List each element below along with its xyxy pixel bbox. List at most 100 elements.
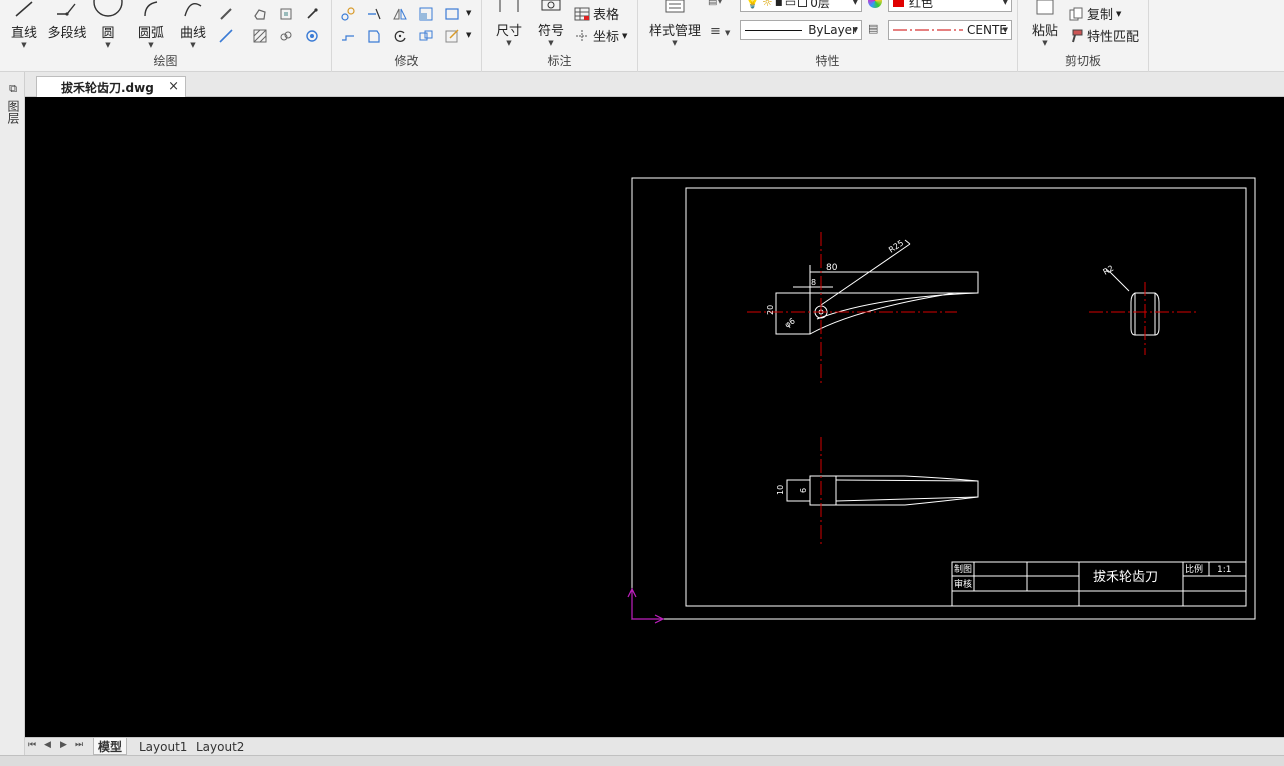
region-icon xyxy=(254,9,266,20)
command-line[interactable] xyxy=(0,755,1284,766)
ribbon-group-draw: 直线 ▼ 多段线 圆 ▼ 圆弧 ▼ 曲线 ▼ 绘图 xyxy=(0,0,332,72)
paste-button[interactable]: 粘贴 ▼ xyxy=(1028,0,1062,47)
chevron-down-icon: ▼ xyxy=(548,39,554,47)
cloud-button[interactable] xyxy=(276,26,296,46)
dimension-8: 8 xyxy=(811,278,816,287)
point-button[interactable] xyxy=(302,4,322,24)
shape-button[interactable] xyxy=(250,4,270,24)
gradient-button[interactable] xyxy=(276,4,296,24)
sheet-inner-border xyxy=(685,187,1247,607)
tab-layout2[interactable]: Layout2 xyxy=(192,738,248,755)
move-icon xyxy=(341,7,355,21)
close-icon[interactable]: × xyxy=(168,79,179,94)
trim-icon xyxy=(368,8,381,20)
offset-button[interactable] xyxy=(364,26,384,46)
line-button[interactable]: 直线 ▼ xyxy=(6,0,42,49)
arc-icon xyxy=(144,1,158,17)
copy-icon xyxy=(1069,7,1083,20)
stretch-button[interactable] xyxy=(338,26,358,46)
rotate-button[interactable] xyxy=(390,26,410,46)
layer-select[interactable]: 💡 ☼ ▪ ▭ 0层 ▼ xyxy=(740,0,862,12)
trim-button[interactable] xyxy=(364,4,384,24)
curve-icon xyxy=(184,3,202,17)
last-layout-icon[interactable]: ⏭ xyxy=(75,740,83,750)
polyline-button[interactable]: 多段线 xyxy=(46,0,88,41)
arc-button[interactable]: 圆弧 ▼ xyxy=(134,0,168,49)
chevron-down-icon: ▼ xyxy=(1042,39,1048,47)
scale-button[interactable] xyxy=(416,4,436,24)
dimension-icon xyxy=(499,0,519,12)
layer-palette-tab[interactable]: ⧉ 图层 xyxy=(5,82,22,124)
center-line-preview xyxy=(893,29,963,31)
line-icon xyxy=(15,1,33,17)
previous-layout-icon[interactable]: ◀ xyxy=(44,740,51,750)
chevron-down-icon: ▼ xyxy=(1116,9,1122,18)
drawing-canvas[interactable]: 80 R25 8 20 φ6 R2 10 6 制图 审核 拔禾轮齿刀 比例 1:… xyxy=(25,97,1284,737)
ribbon-group-clipboard: 粘贴 ▼ 复制 ▼ 特性匹配 剪切板 xyxy=(1018,0,1149,72)
layer-tools-icon[interactable]: ▤▾ xyxy=(708,0,722,7)
chevron-down-icon: ▼ xyxy=(21,41,27,49)
ribbon-group-annotate: 尺寸 ▼ 符号 ▼ 表格 坐标 ▼ 标注 xyxy=(482,0,638,72)
copy-modify-button[interactable] xyxy=(416,26,436,46)
tab-model[interactable]: 模型 xyxy=(93,738,128,755)
circle-button[interactable]: 圆 ▼ xyxy=(92,0,124,49)
hatch-button[interactable] xyxy=(250,26,270,46)
stretch-icon xyxy=(342,35,354,41)
chevron-down-icon[interactable]: ▼ xyxy=(466,31,471,39)
dimension-button[interactable]: 尺寸 ▼ xyxy=(490,0,528,47)
offset-icon xyxy=(368,30,380,43)
title-block-scale-label: 比例 xyxy=(1185,563,1203,575)
scale-icon xyxy=(419,7,433,21)
side-view xyxy=(1105,268,1160,336)
rectangle-button[interactable] xyxy=(442,4,462,24)
linetype-select[interactable]: ByLayer ▼ xyxy=(740,20,862,40)
ucs-icon xyxy=(627,587,665,624)
chevron-down-icon: ▼ xyxy=(852,26,858,34)
hatch-icon xyxy=(253,29,267,43)
coordinate-button[interactable]: 坐标 ▼ xyxy=(574,26,627,45)
ribbon: 直线 ▼ 多段线 圆 ▼ 圆弧 ▼ 曲线 ▼ 绘图 ▼ ▼ 修改 尺寸 ▼ 符号… xyxy=(0,0,1284,72)
next-layout-icon[interactable]: ▶ xyxy=(60,740,67,750)
match-properties-button[interactable]: 特性匹配 xyxy=(1068,26,1139,45)
chevron-down-icon[interactable]: ▼ xyxy=(466,9,471,17)
curve-button[interactable]: 曲线 ▼ xyxy=(176,0,210,49)
title-block-part-name: 拔禾轮齿刀 xyxy=(1093,570,1158,585)
construction-line-button[interactable] xyxy=(216,4,236,24)
dimension-10: 10 xyxy=(776,485,785,495)
tab-layout1[interactable]: Layout1 xyxy=(135,738,191,755)
color-wheel-icon[interactable] xyxy=(868,0,882,8)
chevron-down-icon: ▼ xyxy=(622,31,628,40)
clipboard-icon xyxy=(1036,0,1054,15)
color-select[interactable]: 红色 ▼ xyxy=(888,0,1012,12)
explode-icon xyxy=(445,29,459,43)
chevron-down-icon: ▼ xyxy=(672,39,678,47)
lineweight-icon[interactable]: ≡ ▼ xyxy=(710,24,730,39)
circle-icon xyxy=(93,0,123,17)
copy-button[interactable]: 复制 ▼ xyxy=(1068,4,1121,23)
tab-document[interactable]: 拔禾轮齿刀.dwg × xyxy=(36,76,186,97)
drawing-svg: 80 R25 8 20 φ6 R2 10 6 制图 审核 拔禾轮齿刀 比例 1:… xyxy=(627,177,1256,624)
linetype-icon[interactable]: ▤ xyxy=(868,22,878,35)
donut-icon xyxy=(306,30,318,42)
table-button[interactable]: 表格 xyxy=(574,4,619,23)
color-swatch xyxy=(893,0,904,7)
chevron-down-icon: ▼ xyxy=(1002,0,1008,6)
first-layout-icon[interactable]: ⏮ xyxy=(28,740,36,750)
boundary-icon xyxy=(280,8,292,20)
move-button[interactable] xyxy=(338,4,358,24)
center-linetype-select[interactable]: CENTE ▼ xyxy=(888,20,1012,40)
dimension-phi6: φ6 xyxy=(783,316,797,329)
mirror-button[interactable] xyxy=(390,4,410,24)
explode-button[interactable] xyxy=(442,26,462,46)
left-palette: ⧉ 图层 xyxy=(0,72,25,766)
coordinate-icon xyxy=(576,29,588,42)
ray-button[interactable] xyxy=(216,26,236,46)
mirror-icon xyxy=(393,8,407,20)
table-draw-button[interactable] xyxy=(302,26,322,46)
symbol-button[interactable]: 符号 ▼ xyxy=(532,0,570,47)
chevron-down-icon: ▼ xyxy=(190,41,196,49)
layer-color-swatch xyxy=(798,0,808,7)
style-manager-icon xyxy=(665,0,685,13)
rotate-icon xyxy=(394,30,406,42)
style-manager-button[interactable]: 样式管理 ▼ xyxy=(644,0,706,47)
